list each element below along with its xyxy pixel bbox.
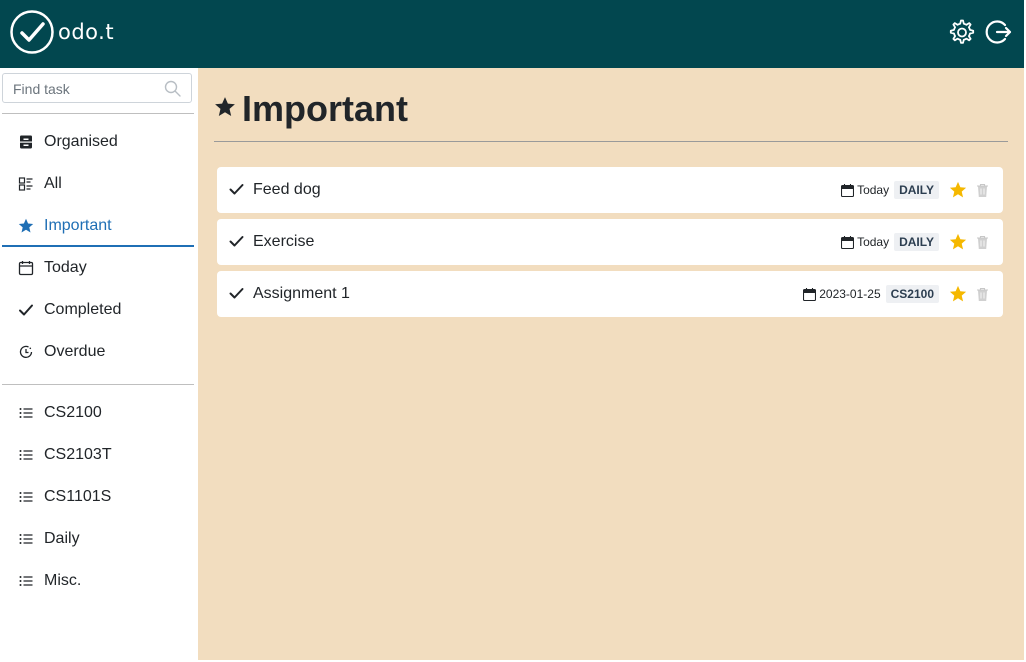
task-tag: CS2100 (885, 285, 939, 303)
task-date: Today (857, 183, 890, 197)
task-item[interactable]: Assignment 1 2023-01-25 CS2100 (217, 271, 1003, 317)
star-icon (215, 97, 235, 116)
search-input[interactable] (11, 75, 165, 103)
calendar-icon (803, 287, 817, 301)
star-icon[interactable] (949, 285, 967, 303)
sidebar-divider (2, 113, 194, 114)
sidebar-item-important[interactable]: Important (2, 206, 194, 247)
check-icon[interactable] (229, 182, 244, 197)
task-meta: Today DAILY (841, 232, 989, 252)
task-item[interactable]: Feed dog Today DAILY (217, 167, 1003, 213)
main-content: Important Feed dog Today DAILY Exercise … (198, 68, 1024, 660)
sidebar-list-label: CS1101S (44, 488, 112, 505)
logo-check-icon (10, 10, 54, 54)
task-meta: Today DAILY (841, 180, 989, 200)
check-icon (18, 302, 34, 318)
trash-icon[interactable] (976, 287, 989, 302)
task-meta: 2023-01-25 CS2100 (803, 284, 989, 304)
sidebar-list-label: Daily (44, 530, 80, 547)
task-tag: DAILY (894, 233, 939, 251)
search-box (2, 73, 192, 103)
title-divider (214, 141, 1008, 142)
sidebar-divider (2, 384, 194, 385)
task-name: Exercise (253, 233, 315, 250)
list-icon (18, 573, 34, 589)
trash-icon[interactable] (976, 235, 989, 250)
task-item[interactable]: Exercise Today DAILY (217, 219, 1003, 265)
clock-icon (18, 344, 34, 360)
calendar-icon (18, 260, 34, 276)
star-icon[interactable] (949, 233, 967, 251)
task-name: Feed dog (253, 181, 321, 198)
trash-icon[interactable] (976, 183, 989, 198)
sidebar-list-daily[interactable]: Daily (2, 519, 194, 559)
calendar-icon (841, 183, 855, 197)
sidebar-item-label: Organised (44, 133, 118, 150)
task-date: Today (857, 235, 890, 249)
sidebar-item-overdue[interactable]: Overdue (2, 332, 194, 372)
list-icon (18, 489, 34, 505)
sidebar-list-cs2100[interactable]: CS2100 (2, 393, 194, 433)
top-bar: odo.t (0, 0, 1024, 68)
list-icon (18, 405, 34, 421)
sidebar-list-label: CS2100 (44, 404, 102, 421)
sidebar-list-cs1101s[interactable]: CS1101S (2, 477, 194, 517)
sidebar-item-all[interactable]: All (2, 164, 194, 204)
list-all-icon (18, 176, 34, 192)
sidebar: Organised All Important Today Completed … (0, 68, 198, 662)
star-icon[interactable] (949, 181, 967, 199)
task-date: 2023-01-25 (819, 287, 881, 301)
sidebar-item-organised[interactable]: Organised (2, 122, 194, 162)
check-icon[interactable] (229, 234, 244, 249)
sidebar-list-cs2103t[interactable]: CS2103T (2, 435, 194, 475)
sidebar-item-label: Today (44, 259, 87, 276)
check-icon[interactable] (229, 286, 244, 301)
task-tag: DAILY (894, 181, 939, 199)
sidebar-item-label: All (44, 175, 62, 192)
list-icon (18, 447, 34, 463)
star-icon (18, 218, 34, 234)
logout-icon[interactable] (985, 18, 1013, 46)
sidebar-list-misc[interactable]: Misc. (2, 561, 194, 601)
sidebar-item-today[interactable]: Today (2, 248, 194, 288)
sidebar-item-label: Important (44, 217, 112, 234)
gear-icon[interactable] (947, 18, 975, 46)
archive-icon (18, 134, 34, 150)
task-name: Assignment 1 (253, 285, 350, 302)
page-title: Important (242, 88, 408, 129)
sidebar-list-label: CS2103T (44, 446, 112, 463)
calendar-icon (841, 235, 855, 249)
sidebar-item-completed[interactable]: Completed (2, 290, 194, 330)
sidebar-list-label: Misc. (44, 572, 82, 589)
sidebar-item-label: Overdue (44, 343, 106, 360)
list-icon (18, 531, 34, 547)
search-icon[interactable] (164, 80, 181, 97)
sidebar-item-label: Completed (44, 301, 122, 318)
app-logo-text: odo.t (58, 20, 115, 44)
